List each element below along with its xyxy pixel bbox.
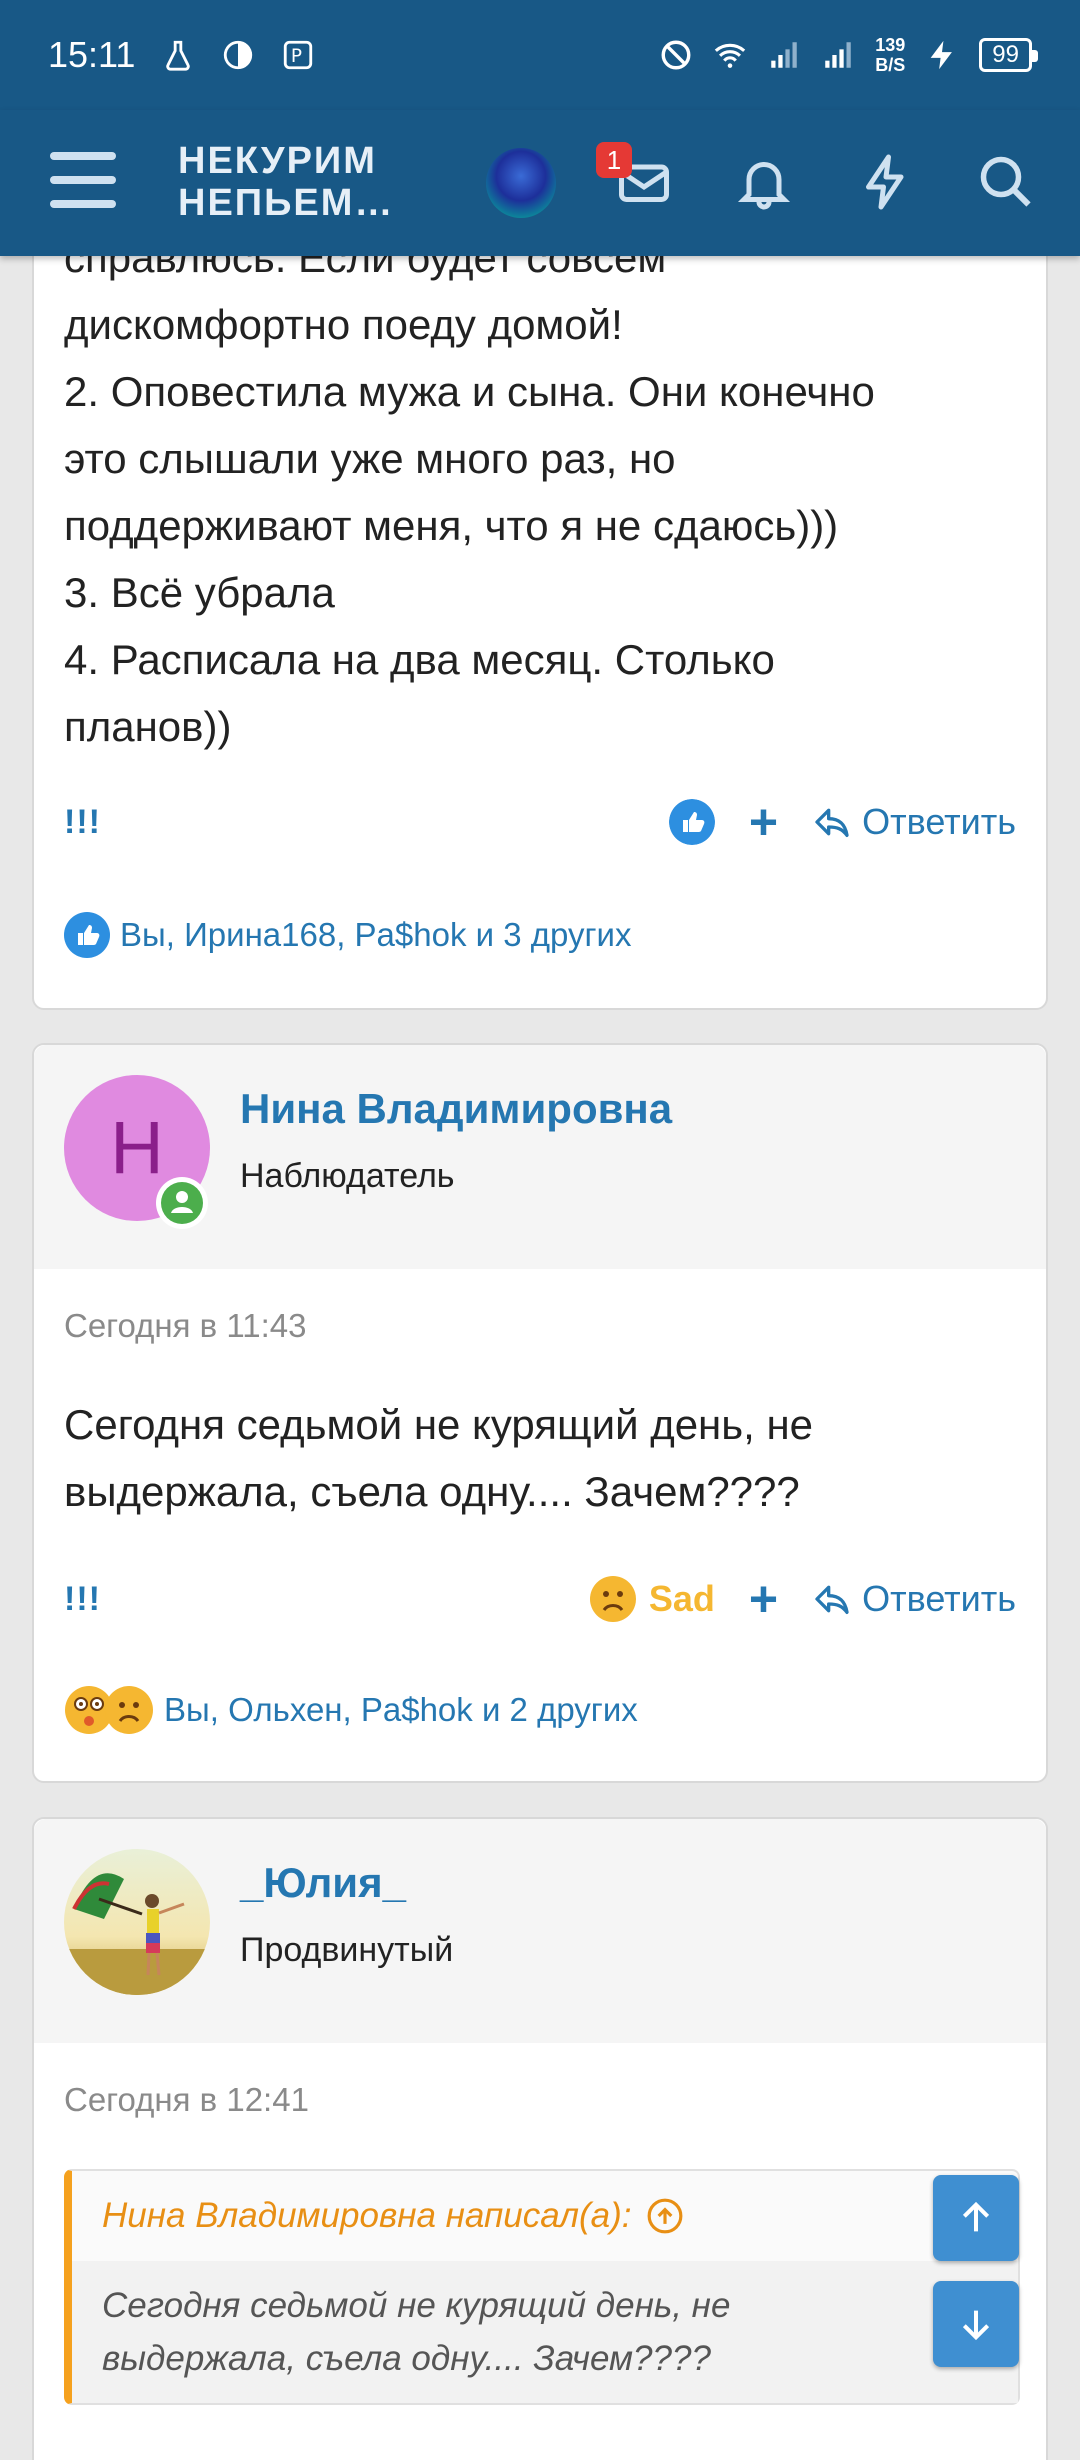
- lightning-icon[interactable]: [856, 152, 916, 212]
- post-card: _Юлия_ Продвинутый Сегодня в 12:41 Нина …: [32, 1817, 1048, 2460]
- status-bar: 15:11 P 139 B/S 99: [0, 0, 1080, 110]
- scroll-up-button[interactable]: [933, 2175, 1019, 2261]
- post-card: Н Нина Владимировна Наблюдатель Сегодня …: [32, 1043, 1048, 1783]
- flask-icon: [166, 40, 191, 71]
- author-photo: [64, 1849, 210, 1995]
- app-circle-icon: [224, 40, 253, 70]
- reply-button[interactable]: Ответить: [812, 1578, 1016, 1620]
- author-name[interactable]: Нина Владимировна: [240, 1085, 672, 1133]
- jump-to-quote-icon[interactable]: [646, 2197, 684, 2235]
- post-body: справлюсь. Если будет совсем дискомфортн…: [64, 234, 875, 750]
- search-icon[interactable]: [976, 152, 1036, 212]
- author-avatar[interactable]: Н: [64, 1075, 210, 1229]
- report-link[interactable]: !!!: [64, 1580, 101, 1619]
- do-not-disturb-icon: [661, 40, 691, 70]
- arrow-up-icon: [962, 2201, 990, 2232]
- author-avatar[interactable]: [64, 1849, 210, 1995]
- post-author: Н Нина Владимировна Наблюдатель: [34, 1045, 1046, 1269]
- signal-icon-2: [825, 42, 851, 68]
- like-icon: [64, 912, 110, 958]
- post-date[interactable]: Сегодня в 12:41: [64, 2081, 309, 2119]
- reply-icon: [815, 808, 849, 837]
- parking-icon: P: [284, 40, 313, 70]
- app-header: НЕКУРИМ НЕПЬЕМ… 1: [0, 110, 1080, 256]
- user-avatar[interactable]: [486, 148, 556, 218]
- like-reaction-icon[interactable]: [668, 799, 715, 845]
- quote-header[interactable]: Нина Владимировна написал(а):: [72, 2171, 1018, 2261]
- report-link[interactable]: !!!: [64, 803, 101, 842]
- post-card: справлюсь. Если будет совсем дискомфортн…: [32, 180, 1048, 1010]
- signal-icon-1: [771, 42, 797, 68]
- network-speed: 139 B/S: [875, 35, 906, 75]
- sad-face-icon: [105, 1686, 153, 1734]
- site-logo[interactable]: НЕКУРИМ НЕПЬЕМ…: [178, 140, 394, 224]
- post-actions: !!! Sad + Ответить: [64, 1569, 1016, 1629]
- charging-bolt-icon: [930, 40, 953, 70]
- messages-badge: 1: [596, 142, 632, 178]
- post-author: _Юлия_ Продвинутый: [34, 1819, 1046, 2043]
- reactions-summary[interactable]: Вы, Ольхен, Pa$hok и 2 других: [64, 1685, 638, 1735]
- reply-button[interactable]: Ответить: [812, 801, 1016, 843]
- post-date[interactable]: Сегодня в 11:43: [64, 1307, 306, 1345]
- post-actions: !!! + Ответить: [64, 792, 1016, 852]
- post-body: Сегодня седьмой не курящий день, не выде…: [64, 1401, 814, 1515]
- add-reaction-button[interactable]: +: [749, 1574, 778, 1624]
- arrow-down-icon: [962, 2310, 990, 2341]
- online-status-icon: [156, 1177, 208, 1229]
- reply-icon: [815, 1585, 849, 1614]
- quote-text: Сегодня седьмой не курящий день, не выде…: [72, 2261, 1018, 2403]
- author-title: Наблюдатель: [240, 1157, 455, 1195]
- add-reaction-button[interactable]: +: [749, 797, 778, 847]
- reactions-summary[interactable]: Вы, Ирина168, Pa$hok и 3 других: [64, 912, 631, 958]
- status-time: 15:11: [48, 34, 136, 75]
- menu-icon[interactable]: [50, 152, 116, 208]
- sad-face-icon: [589, 1576, 636, 1622]
- scroll-down-button[interactable]: [933, 2281, 1019, 2367]
- author-title: Продвинутый: [240, 1931, 454, 1969]
- svg-text:P: P: [291, 46, 302, 67]
- reaction-icons: [64, 1685, 154, 1735]
- wifi-icon: [715, 43, 746, 68]
- battery-indicator: 99: [979, 38, 1038, 72]
- quote-block: Нина Владимировна написал(а): Сегодня се…: [64, 2169, 1020, 2405]
- author-name[interactable]: _Юлия_: [240, 1859, 406, 1907]
- bell-icon[interactable]: [734, 152, 794, 212]
- sad-reaction-button[interactable]: Sad: [589, 1575, 715, 1623]
